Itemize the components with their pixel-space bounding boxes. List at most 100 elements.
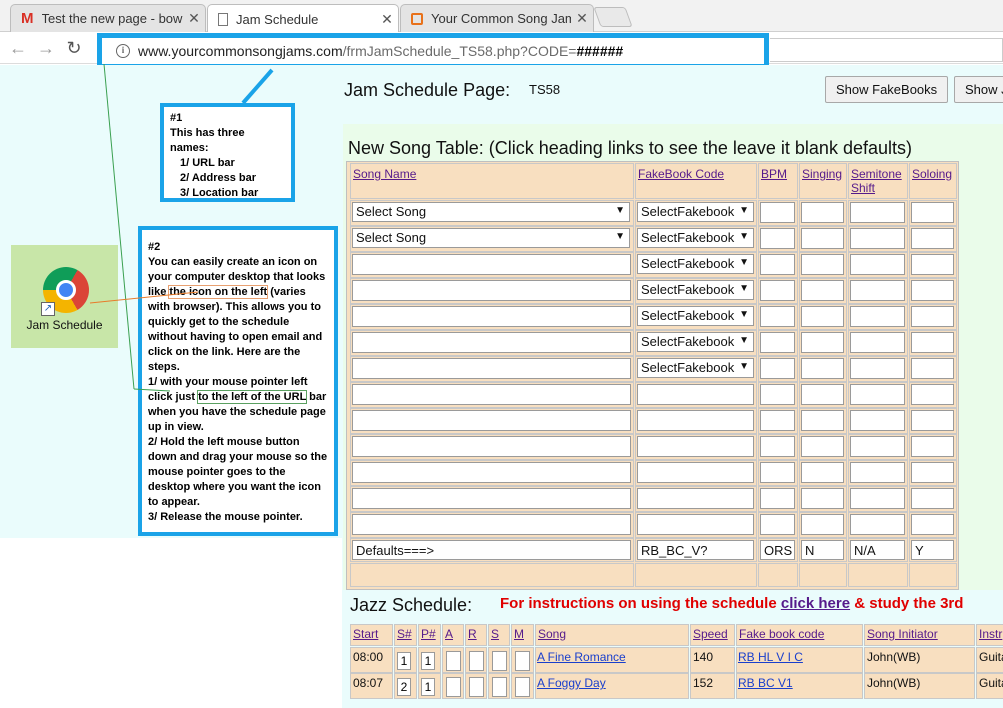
fake-book-code-header-link[interactable]: Fake book code xyxy=(736,624,863,646)
speed-header-link[interactable]: Speed xyxy=(690,624,735,646)
r-checkbox[interactable] xyxy=(469,651,484,671)
fakebook-select[interactable]: SelectFakebook ▼ xyxy=(637,358,754,378)
fakebook-code-input[interactable] xyxy=(637,384,754,405)
s-header-link[interactable]: S xyxy=(488,624,510,646)
song-select[interactable]: Select Song ▼ xyxy=(352,228,630,248)
song-name-input[interactable] xyxy=(352,410,631,431)
url-bar-extension[interactable] xyxy=(770,38,1003,62)
song-name-input[interactable] xyxy=(352,358,631,379)
a-checkbox[interactable] xyxy=(446,651,461,671)
semitone-shift-input[interactable] xyxy=(850,436,905,457)
song-link[interactable]: A Fine Romance xyxy=(537,650,626,664)
bpm-input[interactable] xyxy=(760,254,795,275)
fakebook-code-input[interactable] xyxy=(637,488,754,509)
semitone-shift-input[interactable] xyxy=(850,332,905,353)
singing-input[interactable] xyxy=(801,280,844,301)
r-header-link[interactable]: R xyxy=(465,624,487,646)
soloing-input[interactable] xyxy=(911,228,954,249)
singing-input[interactable] xyxy=(801,436,844,457)
fakebook-select[interactable]: SelectFakebook ▼ xyxy=(637,254,754,274)
close-icon[interactable]: ✕ xyxy=(183,10,205,27)
bpm-header-link[interactable]: BPM xyxy=(758,163,798,199)
fakebook-select[interactable]: SelectFakebook ▼ xyxy=(637,228,754,248)
tab-gmail[interactable]: M Test the new page - bow ✕ xyxy=(10,4,206,32)
soloing-input[interactable] xyxy=(911,410,954,431)
singing-input[interactable] xyxy=(801,488,844,509)
fakebook-select[interactable]: SelectFakebook ▼ xyxy=(637,202,754,222)
info-icon[interactable]: i xyxy=(116,44,130,58)
bpm-input[interactable] xyxy=(760,384,795,405)
bpm-input[interactable] xyxy=(760,228,795,249)
song-name-header-link[interactable]: Song Name xyxy=(350,163,634,199)
semitone-shift-input[interactable] xyxy=(850,202,905,223)
soloing-input[interactable] xyxy=(911,306,954,327)
singing-input[interactable] xyxy=(801,332,844,353)
url-bar[interactable]: i www.yourcommonsongjams.com/frmJamSched… xyxy=(97,33,769,69)
close-icon[interactable]: ✕ xyxy=(571,10,593,27)
soloing-input[interactable] xyxy=(911,358,954,379)
p-num-header-link[interactable]: P# xyxy=(418,624,441,646)
song-initiator-header-link[interactable]: Song Initiator xyxy=(864,624,975,646)
singing-input[interactable] xyxy=(801,358,844,379)
show-jam-button[interactable]: Show J xyxy=(954,76,1003,103)
fake-book-code-link[interactable]: RB HL V I C xyxy=(738,650,803,664)
semitone-shift-input[interactable] xyxy=(850,462,905,483)
singing-input[interactable] xyxy=(801,462,844,483)
soloing-input[interactable] xyxy=(911,462,954,483)
song-name-input[interactable] xyxy=(352,254,631,275)
s-num-header-link[interactable]: S# xyxy=(394,624,417,646)
song-name-input[interactable] xyxy=(352,462,631,483)
soloing-header-link[interactable]: Soloing xyxy=(909,163,957,199)
r-checkbox[interactable] xyxy=(469,677,484,697)
singing-header-link[interactable]: Singing xyxy=(799,163,847,199)
soloing-input[interactable] xyxy=(911,202,954,223)
start-header-link[interactable]: Start xyxy=(350,624,393,646)
semitone-shift-input[interactable] xyxy=(850,384,905,405)
soloing-input[interactable] xyxy=(911,254,954,275)
fakebook-code-input[interactable] xyxy=(637,462,754,483)
semitone-shift-input[interactable] xyxy=(850,488,905,509)
soloing-input[interactable] xyxy=(911,384,954,405)
semitone-shift-input[interactable] xyxy=(850,228,905,249)
song-name-input[interactable] xyxy=(352,488,631,509)
song-name-input[interactable] xyxy=(352,436,631,457)
a-header-link[interactable]: A xyxy=(442,624,464,646)
fakebook-code-input[interactable] xyxy=(637,514,754,535)
singing-input[interactable] xyxy=(801,254,844,275)
song-link[interactable]: A Foggy Day xyxy=(537,676,606,690)
forward-arrow-icon[interactable]: → xyxy=(34,36,58,60)
song-name-input[interactable] xyxy=(352,306,631,327)
desktop-shortcut[interactable]: ↗ Jam Schedule xyxy=(11,245,118,348)
s-checkbox[interactable] xyxy=(492,651,507,671)
bpm-input[interactable] xyxy=(760,358,795,379)
bpm-input[interactable] xyxy=(760,488,795,509)
bpm-input[interactable] xyxy=(760,332,795,353)
soloing-input[interactable] xyxy=(911,280,954,301)
fakebook-select[interactable]: SelectFakebook ▼ xyxy=(637,332,754,352)
bpm-input[interactable] xyxy=(760,436,795,457)
fakebook-code-input[interactable] xyxy=(637,436,754,457)
show-fakebooks-button[interactable]: Show FakeBooks xyxy=(825,76,948,103)
soloing-input[interactable] xyxy=(911,514,954,535)
instrument-header-link[interactable]: Instr xyxy=(976,624,1003,646)
song-name-input[interactable] xyxy=(352,332,631,353)
m-header-link[interactable]: M xyxy=(511,624,534,646)
back-arrow-icon[interactable]: ← xyxy=(6,36,30,60)
bpm-input[interactable] xyxy=(760,514,795,535)
m-checkbox[interactable] xyxy=(515,677,530,697)
singing-input[interactable] xyxy=(801,228,844,249)
song-select[interactable]: Select Song ▼ xyxy=(352,202,630,222)
a-checkbox[interactable] xyxy=(446,677,461,697)
singing-input[interactable] xyxy=(801,202,844,223)
fakebook-code-input[interactable] xyxy=(637,410,754,431)
singing-input[interactable] xyxy=(801,306,844,327)
bpm-input[interactable] xyxy=(760,280,795,301)
bpm-input[interactable] xyxy=(760,410,795,431)
bpm-input[interactable] xyxy=(760,202,795,223)
bpm-input[interactable] xyxy=(760,306,795,327)
semitone-shift-input[interactable] xyxy=(850,306,905,327)
singing-input[interactable] xyxy=(801,514,844,535)
fakebook-code-header-link[interactable]: FakeBook Code xyxy=(635,163,757,199)
s-checkbox[interactable] xyxy=(492,677,507,697)
semitone-shift-header-link[interactable]: Semitone Shift xyxy=(848,163,908,199)
